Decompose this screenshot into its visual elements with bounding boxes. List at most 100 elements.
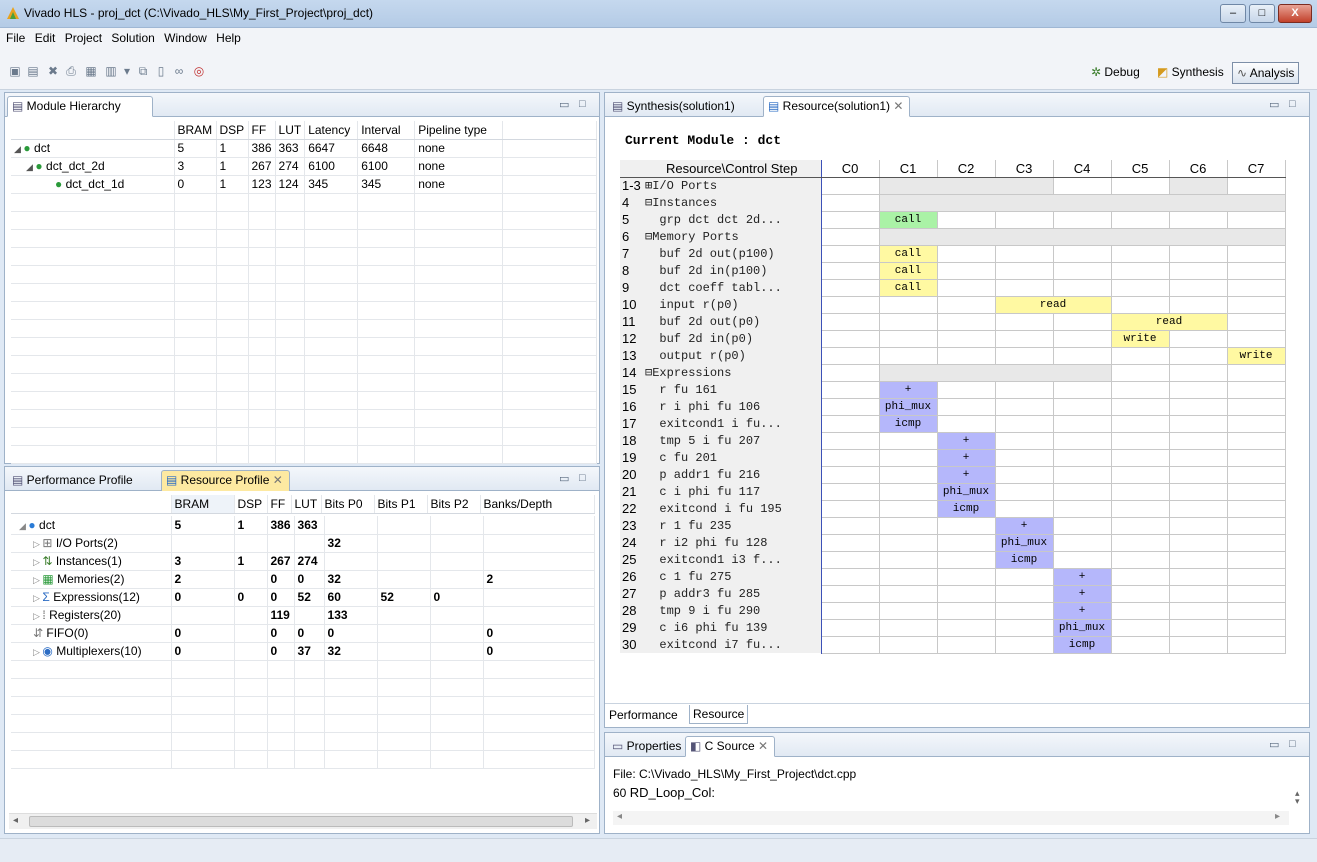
col-interval[interactable]: Interval: [357, 121, 416, 140]
step-header-c1[interactable]: C1: [878, 160, 938, 178]
table-row[interactable]: ◢ ● dct 5 1 386 363 6647 6648 none: [11, 139, 597, 158]
schedule-row[interactable]: 4 ⊟Instances: [620, 193, 1286, 212]
schedule-row[interactable]: 10 input r(p0) read: [620, 295, 1286, 314]
step-header-c2[interactable]: C2: [936, 160, 996, 178]
minimize-button[interactable]: –: [1220, 4, 1246, 23]
expand-icon[interactable]: ▷: [33, 593, 42, 603]
synthesis-perspective-button[interactable]: ◩ Synthesis: [1153, 62, 1228, 84]
maximize-icon[interactable]: □: [579, 472, 586, 484]
op-icmp[interactable]: icmp: [1052, 635, 1112, 654]
schedule-row[interactable]: 24 r i2 phi fu 128 phi_mux: [620, 533, 1286, 552]
save-all-icon[interactable]: ▤: [26, 64, 40, 78]
schedule-row[interactable]: 20 p addr1 fu 216 +: [620, 465, 1286, 484]
schedule-row[interactable]: 17 exitcond1 i fu... icmp: [620, 414, 1286, 433]
close-tab-icon[interactable]: ✕: [269, 473, 283, 487]
op-plus[interactable]: +: [878, 380, 938, 399]
op-call[interactable]: call: [878, 210, 938, 229]
tab-module-hierarchy[interactable]: ▤ Module Hierarchy: [7, 96, 153, 117]
table-row[interactable]: ⇵ FIFO(0) 0 0 0 0 0: [11, 624, 596, 643]
schedule-row[interactable]: 11 buf 2d out(p0) read: [620, 312, 1286, 331]
op-write[interactable]: write: [1226, 346, 1286, 365]
vertical-scroll-icon[interactable]: ▴ ▾: [1295, 789, 1300, 806]
scroll-right-icon[interactable]: ▸: [585, 815, 590, 826]
op-call[interactable]: call: [878, 244, 938, 263]
minimize-icon[interactable]: ▭: [1269, 738, 1279, 751]
collapse-icon[interactable]: ◢: [14, 144, 23, 154]
op-icmp[interactable]: icmp: [994, 550, 1054, 569]
op-write[interactable]: write: [1110, 329, 1170, 348]
table-row[interactable]: ▷ ◉ Multiplexers(10) 0 0 37 32 0: [11, 642, 596, 661]
close-tab-icon[interactable]: ✕: [890, 99, 903, 113]
source-horizontal-scrollbar[interactable]: ◂ ▸: [613, 811, 1289, 825]
op-plus[interactable]: +: [936, 465, 996, 484]
tab-resource-solution1[interactable]: ▤ Resource(solution1) ✕: [763, 96, 911, 117]
print-icon[interactable]: ⎙: [64, 64, 78, 78]
op-phi-mux[interactable]: phi_mux: [936, 482, 996, 501]
step-header-c3[interactable]: C3: [994, 160, 1054, 178]
step-header-c7[interactable]: C7: [1226, 160, 1286, 178]
op-call[interactable]: call: [878, 278, 938, 297]
analysis-perspective-button[interactable]: ∿ Analysis: [1232, 62, 1300, 84]
op-plus[interactable]: +: [1052, 601, 1112, 620]
op-plus[interactable]: +: [936, 431, 996, 450]
expand-icon[interactable]: ▷: [33, 647, 42, 657]
expand-icon[interactable]: ▷: [33, 611, 42, 621]
col-lut[interactable]: LUT: [275, 121, 306, 140]
open-wave-icon[interactable]: ◎: [192, 64, 206, 78]
schedule-row[interactable]: 27 p addr3 fu 285 +: [620, 584, 1286, 603]
op-icmp[interactable]: icmp: [936, 499, 996, 518]
collapse-icon[interactable]: ◢: [19, 521, 28, 531]
op-icmp[interactable]: icmp: [878, 414, 938, 433]
op-plus[interactable]: +: [936, 448, 996, 467]
schedule-row[interactable]: 9 dct coeff tabl... call: [620, 278, 1286, 297]
schedule-row[interactable]: 12 buf 2d in(p0) write: [620, 329, 1286, 348]
op-phi-mux[interactable]: phi_mux: [994, 533, 1054, 552]
new-solution-icon[interactable]: ▦: [84, 64, 98, 78]
schedule-row[interactable]: 8 buf 2d in(p100) call: [620, 261, 1286, 280]
expand-icon[interactable]: ▷: [33, 539, 42, 549]
maximize-button[interactable]: □: [1249, 4, 1275, 23]
maximize-icon[interactable]: □: [579, 98, 586, 110]
col-ff[interactable]: FF: [267, 495, 292, 514]
col-latency[interactable]: Latency: [304, 121, 359, 140]
minimize-icon[interactable]: ▭: [559, 98, 569, 111]
op-phi-mux[interactable]: phi_mux: [878, 397, 938, 416]
schedule-row[interactable]: 22 exitcond i fu 195 icmp: [620, 499, 1286, 518]
schedule-row[interactable]: 18 tmp 5 i fu 207 +: [620, 431, 1286, 450]
op-plus[interactable]: +: [1052, 567, 1112, 586]
run-icon[interactable]: ▥: [104, 64, 118, 78]
op-read[interactable]: read: [994, 295, 1112, 314]
scroll-left-icon[interactable]: ◂: [13, 815, 18, 826]
analysis-icon[interactable]: ∞: [172, 64, 186, 78]
col-pipeline[interactable]: Pipeline type: [414, 121, 504, 140]
col-bits-p0[interactable]: Bits P0: [321, 495, 375, 514]
col-dsp[interactable]: DSP: [216, 121, 249, 140]
col-bits-p1[interactable]: Bits P1: [374, 495, 428, 514]
table-row[interactable]: ▷ ▦ Memories(2) 2 0 0 32 2: [11, 570, 596, 589]
schedule-row[interactable]: 5 grp dct dct 2d... call: [620, 210, 1286, 229]
menu-file[interactable]: File: [6, 28, 25, 45]
table-row[interactable]: ● dct_dct_1d 0 1 123 124 345 345 none: [11, 175, 597, 194]
minimize-icon[interactable]: ▭: [1269, 98, 1279, 111]
col-ff[interactable]: FF: [248, 121, 276, 140]
col-lut[interactable]: LUT: [291, 495, 322, 514]
op-plus[interactable]: +: [994, 516, 1054, 535]
maximize-icon[interactable]: □: [1289, 98, 1296, 110]
expand-icon[interactable]: ▷: [33, 557, 42, 567]
scroll-thumb[interactable]: [29, 816, 573, 827]
menu-edit[interactable]: Edit: [35, 28, 56, 45]
step-header-c5[interactable]: C5: [1110, 160, 1170, 178]
scroll-right-icon[interactable]: ▸: [1275, 811, 1280, 822]
compare-icon[interactable]: ⧉: [136, 64, 150, 78]
tab-synthesis-solution1[interactable]: ▤ Synthesis(solution1): [607, 96, 742, 117]
op-plus[interactable]: +: [1052, 584, 1112, 603]
tab-resource-profile[interactable]: ▤ Resource Profile ✕: [161, 470, 290, 491]
close-button[interactable]: X: [1278, 4, 1312, 23]
horizontal-scrollbar[interactable]: ◂ ▸: [9, 813, 597, 829]
step-header-c0[interactable]: C0: [820, 160, 880, 178]
schedule-row[interactable]: 1-3 ⊞I/O Ports: [620, 176, 1286, 195]
table-row[interactable]: ▷ Σ Expressions(12) 0 0 0 52 60 52 0: [11, 588, 596, 607]
op-call[interactable]: call: [878, 261, 938, 280]
tab-c-source[interactable]: ◧ C Source ✕: [685, 736, 776, 757]
schedule-row[interactable]: 6 ⊟Memory Ports: [620, 227, 1286, 246]
